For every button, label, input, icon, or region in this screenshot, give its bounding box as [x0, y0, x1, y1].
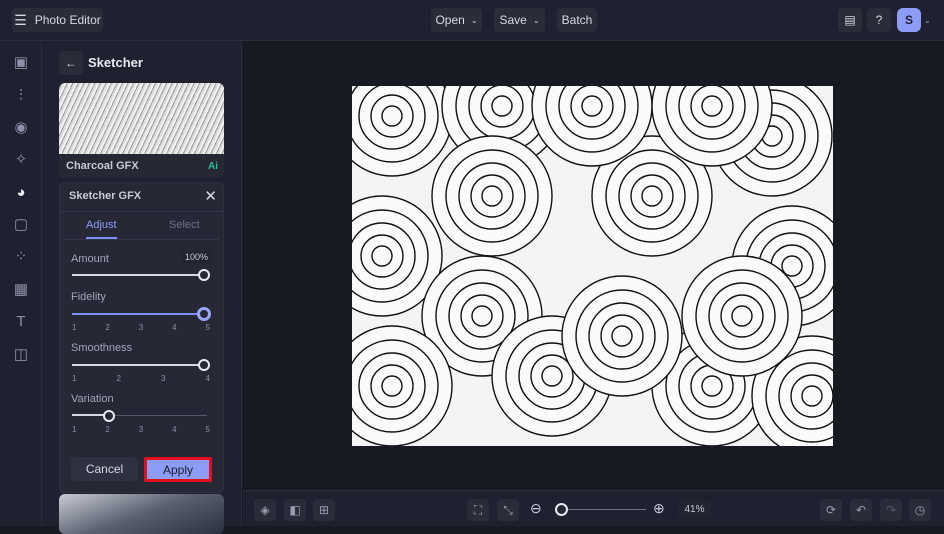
help-icon[interactable]: ?	[867, 8, 891, 32]
fit-screen-icon[interactable]: ⛶	[467, 499, 489, 521]
grid-icon[interactable]: ⊞	[313, 499, 335, 521]
eye-icon[interactable]: ◉	[12, 119, 30, 137]
tab-select[interactable]: Select	[169, 219, 200, 231]
save-button[interactable]: Save ⌄	[494, 8, 545, 32]
preset-thumbnail-next[interactable]	[59, 494, 224, 534]
sparkle-icon[interactable]: ✧	[12, 151, 30, 169]
amount-slider[interactable]	[72, 274, 207, 276]
amount-value[interactable]: 100%	[181, 251, 211, 263]
ai-badge: Ai	[208, 161, 218, 172]
preset-charcoal-gfx[interactable]: Charcoal GFX Ai	[59, 83, 224, 178]
apply-label: Apply	[162, 462, 194, 477]
smoothness-slider[interactable]	[72, 364, 207, 366]
compare-icon[interactable]: ◧	[284, 499, 306, 521]
cancel-button[interactable]: Cancel	[71, 457, 138, 481]
redo-icon[interactable]: ↷	[880, 499, 902, 521]
variation-label: Variation	[71, 393, 114, 405]
fidelity-ticks: 12345	[72, 323, 210, 332]
comment-icon[interactable]: ▤	[838, 8, 862, 32]
close-icon[interactable]: ✕	[204, 187, 217, 205]
frame-icon[interactable]: ▢	[12, 216, 30, 234]
save-label: Save	[499, 13, 527, 27]
effect-name: Sketcher GFX	[69, 190, 142, 202]
shapes-icon[interactable]: ⁘	[12, 248, 30, 266]
fidelity-slider[interactable]	[72, 313, 207, 315]
history-icon[interactable]: ◷	[909, 499, 931, 521]
smoothness-ticks: 1234	[72, 374, 210, 383]
zoom-slider[interactable]	[556, 509, 646, 510]
batch-label: Batch	[561, 13, 593, 27]
chevron-down-icon[interactable]: ⌄	[924, 16, 931, 25]
hamburger-icon: ☰	[14, 11, 27, 28]
canvas-image[interactable]	[352, 86, 833, 446]
shrink-icon[interactable]: ⤡	[497, 499, 519, 521]
avatar-letter: S	[904, 13, 913, 27]
chevron-down-icon: ⌄	[532, 15, 540, 25]
preset-name: Charcoal GFX	[66, 160, 139, 172]
open-label: Open	[435, 13, 465, 27]
back-arrow-icon[interactable]: ←	[59, 51, 83, 75]
menu-button[interactable]: ☰ Photo Editor	[12, 8, 103, 32]
tab-adjust[interactable]: Adjust	[86, 219, 117, 231]
text-icon[interactable]: T	[12, 313, 30, 331]
preset-thumbnail	[59, 83, 224, 154]
variation-ticks: 12345	[72, 425, 210, 434]
overlay-icon[interactable]: ◫	[12, 346, 30, 364]
open-button[interactable]: Open ⌄	[431, 8, 482, 32]
zoom-out-icon[interactable]: ⊖	[530, 500, 542, 517]
zoom-value[interactable]: 41%	[678, 501, 711, 518]
app-title: Photo Editor	[34, 13, 101, 27]
smoothness-slider-handle[interactable]	[198, 359, 210, 371]
texture-icon[interactable]: ▦	[12, 281, 30, 299]
amount-slider-handle[interactable]	[198, 269, 210, 281]
rose-line-art	[352, 86, 833, 446]
adjust-sliders-icon[interactable]: ⫶	[12, 87, 30, 105]
smoothness-label: Smoothness	[71, 342, 133, 354]
batch-button[interactable]: Batch	[557, 8, 597, 32]
avatar[interactable]: S	[897, 8, 921, 32]
bottom-toolbar: ◈ ◧ ⊞ ⛶ ⤡ ⊖ ⊕ 41% ⟳ ↶ ↷ ◷	[243, 490, 944, 526]
amount-label: Amount	[71, 253, 109, 265]
effects-panel: ← Sketcher Charcoal GFX Ai Sketcher GFX …	[42, 41, 242, 534]
zoom-in-icon[interactable]: ⊕	[653, 500, 665, 517]
top-bar: ☰ Photo Editor Open ⌄ Save ⌄ Batch ▤ ? S ⌄	[0, 0, 944, 41]
image-icon[interactable]: ▣	[12, 54, 30, 72]
effect-settings-card: Sketcher GFX ✕ Adjust Select Amount 100%…	[59, 182, 224, 493]
panel-title: Sketcher	[88, 55, 143, 70]
fidelity-slider-handle[interactable]	[197, 307, 211, 321]
layers-icon[interactable]: ◈	[254, 499, 276, 521]
variation-slider-handle[interactable]	[103, 410, 115, 422]
palette-icon[interactable]: ◕	[12, 184, 30, 202]
fidelity-label: Fidelity	[71, 291, 106, 303]
tool-rail: ▣ ⫶ ◉ ✧ ◕ ▢ ⁘ ▦ T ◫	[0, 41, 42, 526]
apply-button[interactable]: Apply	[144, 457, 212, 482]
reset-icon[interactable]: ⟳	[820, 499, 842, 521]
chevron-down-icon: ⌄	[470, 15, 478, 25]
cancel-label: Cancel	[85, 462, 124, 476]
undo-icon[interactable]: ↶	[850, 499, 872, 521]
zoom-slider-handle[interactable]	[555, 503, 568, 516]
